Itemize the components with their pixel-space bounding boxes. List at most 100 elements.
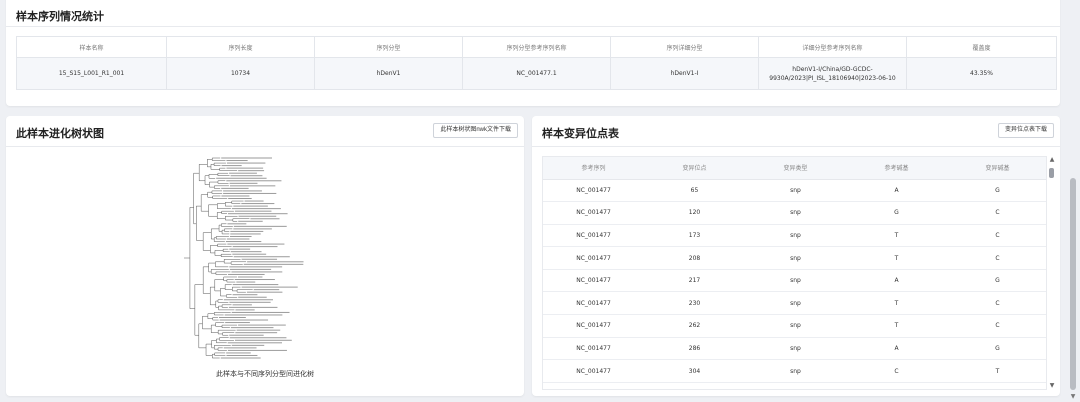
variant-cell: snp: [745, 291, 846, 316]
variant-cell: T: [846, 291, 947, 316]
table-row: 15_S15_L001_R1_001 10734 hDenV1 NC_001477.1…: [16, 57, 1057, 90]
nwk-download-button[interactable]: 此样本树状图nwk文件下载: [433, 123, 518, 138]
variant-cell: C: [947, 246, 1046, 270]
variant-cell: A: [846, 179, 947, 203]
stats-column-header: 序列分型参考序列名称: [462, 36, 611, 58]
phylo-tree-image: [184, 157, 304, 359]
stats-cell: 15_S15_L001_R1_001: [16, 57, 167, 90]
variant-cell: T: [846, 314, 947, 338]
variant-cell: snp: [745, 269, 846, 293]
tree-title: 此样本进化树状图: [16, 127, 104, 140]
variant-cell: NC_001477: [543, 201, 644, 225]
variant-cell: C: [947, 382, 1046, 389]
table-row[interactable]: NC_001477 217 snp A G: [543, 269, 1046, 293]
stats-cell: hDenV1-I: [610, 57, 759, 90]
variants-title: 样本变异位点表: [542, 127, 619, 140]
stats-column-header: 详细分型参考序列名称: [758, 36, 907, 58]
variant-cell: NC_001477: [543, 359, 644, 383]
stats-column-header: 覆盖度: [906, 36, 1057, 58]
page-scroll-down-icon[interactable]: ▼: [1068, 393, 1078, 400]
variant-cell: C: [947, 201, 1046, 225]
variants-column-header: 变异类型: [745, 157, 846, 180]
variant-cell: snp: [745, 179, 846, 203]
variants-column-header: 变异碱基: [947, 157, 1046, 180]
variant-cell: C: [947, 224, 1046, 248]
variant-cell: NC_001477: [543, 314, 644, 338]
table-row[interactable]: NC_001477 304 snp C T: [543, 359, 1046, 383]
page-scrollbar[interactable]: ▼: [1068, 0, 1078, 402]
table-row[interactable]: NC_001477335snpTC: [543, 382, 1046, 389]
variants-download-button[interactable]: 变异位点表下载: [997, 123, 1054, 138]
variants-table-container[interactable]: 参考序列 变异位点 变异类型 参考碱基 变异碱基 NC_001477 65 snp A G NC_…: [542, 156, 1047, 390]
variant-cell: 217: [644, 269, 745, 293]
variant-cell: 120: [644, 201, 745, 225]
tree-caption: 此样本与不同序列分型间进化树: [216, 370, 314, 378]
variant-cell: 262: [644, 314, 745, 338]
divider: [6, 26, 1060, 27]
sequence-stats-card: 样本序列情况统计 样本名称 序列长度 序列分型 序列分型参考序列名称 序列详细分型 详细分…: [6, 0, 1060, 106]
table-row[interactable]: NC_001477 208 snp T C: [543, 246, 1046, 270]
variant-cell: 208: [644, 246, 745, 270]
variant-cell: 304: [644, 359, 745, 383]
variant-cell: snp: [745, 382, 846, 389]
variant-cell: NC_001477: [543, 382, 644, 389]
page-scroll-thumb[interactable]: [1070, 178, 1076, 390]
stats-cell: 43.35%: [906, 57, 1057, 90]
variant-cell: G: [947, 337, 1046, 361]
variants-table: 参考序列 变异位点 变异类型 参考碱基 变异碱基 NC_001477 65 snp A G NC_…: [543, 157, 1046, 389]
variant-cell: A: [846, 269, 947, 293]
stats-column-header: 样本名称: [16, 36, 167, 58]
variants-column-header: 变异位点: [644, 157, 745, 180]
variant-cell: snp: [745, 246, 846, 270]
variant-cell: T: [846, 246, 947, 270]
variant-cell: 230: [644, 291, 745, 316]
variant-cell: NC_001477: [543, 246, 644, 270]
variant-cell: NC_001477: [543, 337, 644, 361]
stats-header-row: 样本名称 序列长度 序列分型 序列分型参考序列名称 序列详细分型 详细分型参考序列名称 覆盖…: [16, 36, 1057, 58]
variant-sites-card: 样本变异位点表 变异位点表下载 参考序列 变异位点 变异类型 参考碱基 变异碱基 NC_…: [532, 116, 1060, 396]
variant-cell: T: [846, 224, 947, 248]
divider: [6, 146, 524, 147]
stats-cell: hDenV1-I/China/GD-GCDC-9930A/2023|PI_ISL…: [758, 57, 907, 90]
stats-cell: NC_001477.1: [462, 57, 611, 90]
variant-cell: T: [846, 382, 947, 389]
variant-cell: 173: [644, 224, 745, 248]
stats-column-header: 序列分型: [314, 36, 463, 58]
variant-cell: C: [947, 291, 1046, 316]
variant-cell: snp: [745, 337, 846, 361]
table-row[interactable]: NC_001477 120 snp G C: [543, 201, 1046, 225]
stats-title: 样本序列情况统计: [16, 10, 104, 23]
variants-column-header: 参考序列: [543, 157, 644, 180]
variant-cell: 286: [644, 337, 745, 361]
table-row[interactable]: NC_001477 173 snp T C: [543, 224, 1046, 248]
variants-scrollbar[interactable]: ▲ ▼: [1048, 156, 1056, 390]
divider: [532, 146, 1060, 147]
variant-cell: NC_001477: [543, 291, 644, 316]
variant-cell: 335: [644, 382, 745, 389]
variant-cell: G: [947, 179, 1046, 203]
scroll-down-icon[interactable]: ▼: [1048, 382, 1056, 390]
variant-cell: G: [947, 269, 1046, 293]
variant-cell: NC_001477: [543, 224, 644, 248]
variant-cell: T: [947, 359, 1046, 383]
table-row[interactable]: NC_001477 262 snp T C: [543, 314, 1046, 338]
variant-cell: NC_001477: [543, 269, 644, 293]
variant-cell: C: [846, 359, 947, 383]
stats-column-header: 序列详细分型: [610, 36, 759, 58]
variant-cell: snp: [745, 201, 846, 225]
variant-cell: snp: [745, 359, 846, 383]
variant-cell: snp: [745, 224, 846, 248]
stats-cell: 10734: [166, 57, 315, 90]
table-row[interactable]: NC_001477 230 snp T C: [543, 291, 1046, 316]
stats-table: 样本名称 序列长度 序列分型 序列分型参考序列名称 序列详细分型 详细分型参考序列名称 覆盖…: [16, 36, 1057, 90]
variants-column-header: 参考碱基: [846, 157, 947, 180]
variant-cell: C: [947, 314, 1046, 338]
stats-column-header: 序列长度: [166, 36, 315, 58]
variants-header-row: 参考序列 变异位点 变异类型 参考碱基 变异碱基: [543, 157, 1046, 180]
table-row[interactable]: NC_001477 286 snp A G: [543, 337, 1046, 361]
variant-cell: A: [846, 337, 947, 361]
scroll-thumb[interactable]: [1049, 168, 1054, 178]
scroll-up-icon[interactable]: ▲: [1048, 156, 1056, 164]
variant-cell: G: [846, 201, 947, 225]
table-row[interactable]: NC_001477 65 snp A G: [543, 179, 1046, 203]
